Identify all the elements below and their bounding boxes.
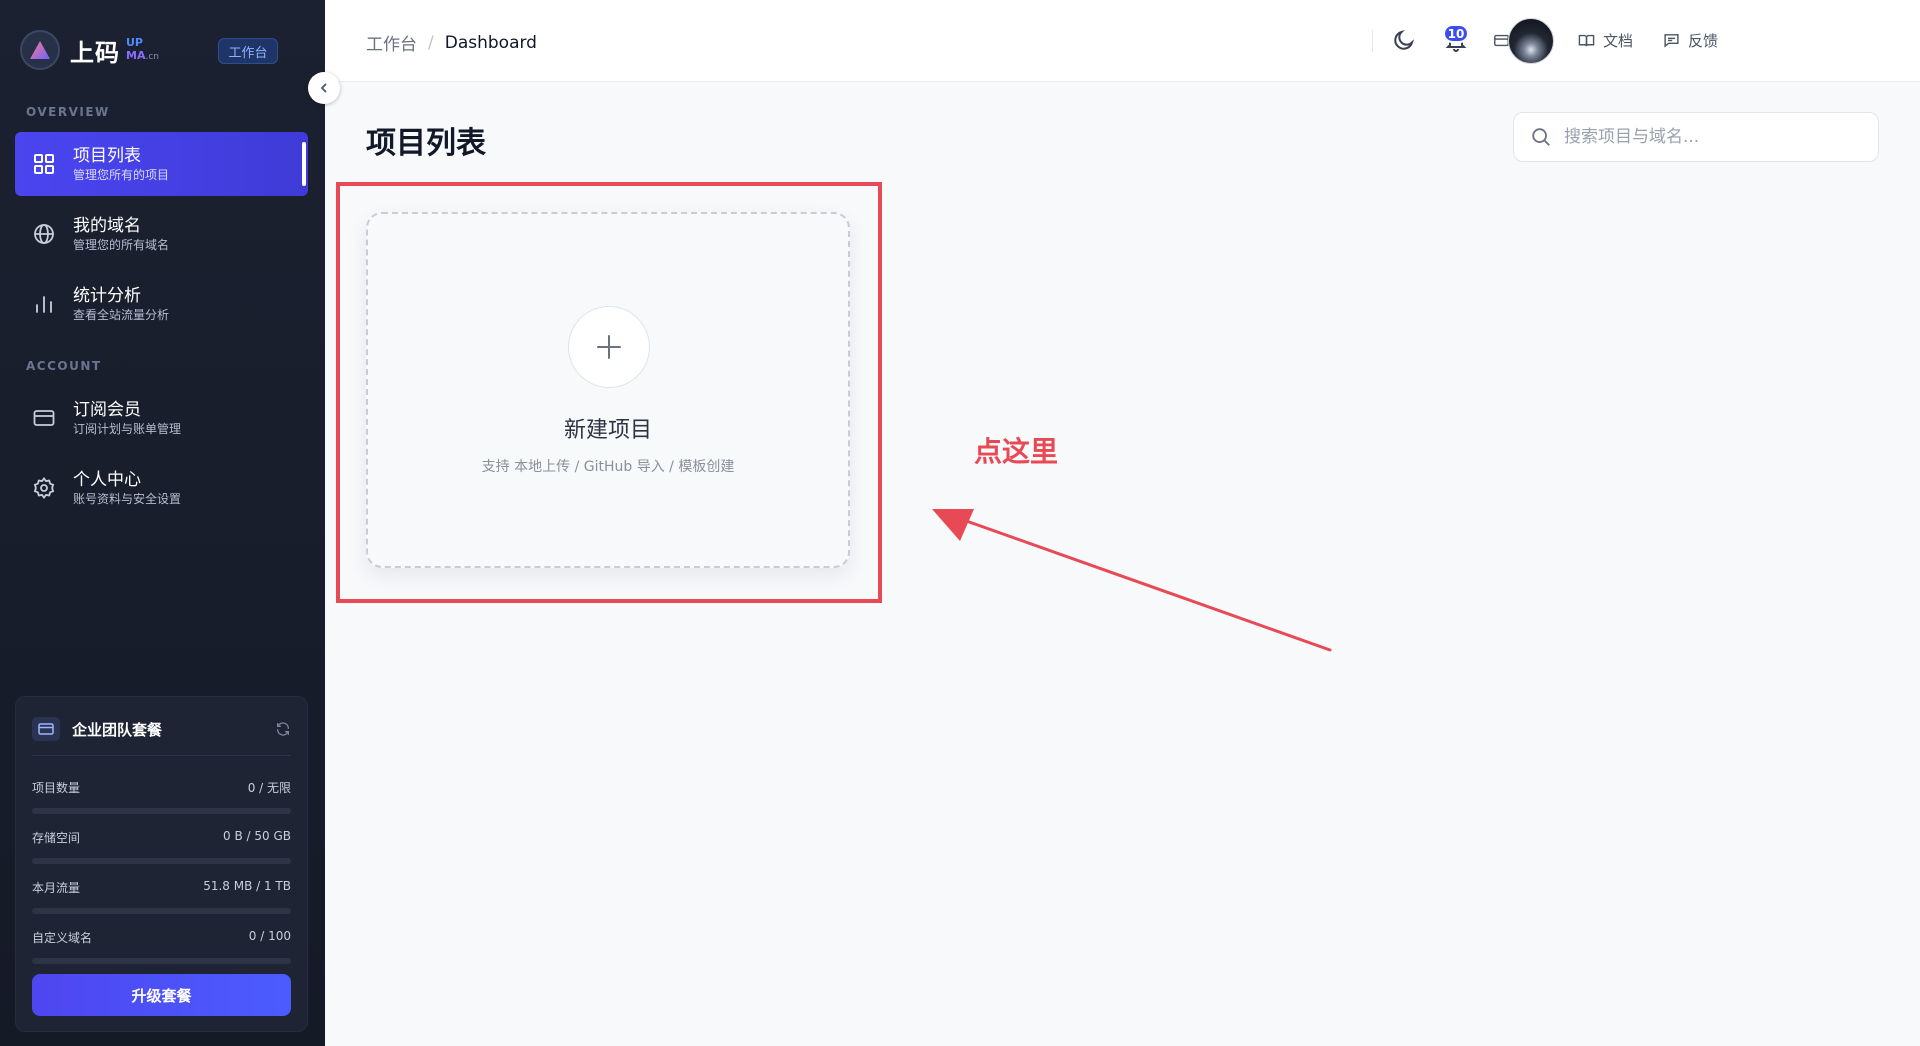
globe-icon	[29, 219, 59, 249]
metric-storage: 存储空间 0 B / 50 GB	[32, 829, 291, 869]
annotation-arrow-icon	[932, 509, 1332, 652]
new-project-card[interactable]: 新建项目 支持 本地上传 / GitHub 导入 / 模板创建	[366, 212, 850, 568]
metric-value: 0 / 100	[248, 929, 291, 943]
logo-text: 上码	[70, 38, 120, 67]
logo-cn: .cn	[145, 52, 159, 62]
docs-link[interactable]: 文档	[1578, 30, 1633, 51]
sidebar-item-sub: 订阅计划与账单管理	[73, 422, 182, 436]
sidebar-item-sub: 查看全站流量分析	[73, 308, 170, 322]
metric-progress-bar	[32, 958, 291, 964]
sidebar-item-sub: 管理您的所有域名	[73, 238, 170, 252]
new-project-subtitle: 支持 本地上传 / GitHub 导入 / 模板创建	[481, 459, 735, 475]
book-icon	[1578, 32, 1595, 49]
logo-up: UP	[126, 36, 143, 49]
sidebar-item-sub: 管理您所有的项目	[73, 168, 170, 182]
docs-link-label: 文档	[1602, 32, 1633, 50]
metric-value: 51.8 MB / 1 TB	[203, 879, 291, 893]
workspace-badge: 工作台	[218, 38, 278, 64]
sidebar: 上码 UP MA.cn 工作台 OVERVIEW 项目列表 管理您所有的项目 我…	[0, 0, 325, 1046]
chevron-left-icon	[320, 83, 327, 93]
search-box	[1513, 112, 1879, 162]
sidebar-item-title: 我的域名	[73, 216, 141, 236]
metric-label: 本月流量	[32, 881, 81, 895]
feedback-link[interactable]: 反馈	[1663, 30, 1718, 51]
annotation-text: 点这里	[974, 435, 1059, 468]
plan-card: 企业团队套餐 项目数量 0 / 无限 存储空间 0 B / 50 GB 本月流量 51…	[15, 696, 308, 1032]
message-icon	[1663, 32, 1680, 49]
logo[interactable]: 上码 UP MA.cn	[20, 30, 159, 70]
new-project-title: 新建项目	[563, 418, 652, 443]
sidebar-item-projects[interactable]: 项目列表 管理您所有的项目	[15, 132, 308, 196]
metric-custom-domains: 自定义域名 0 / 100	[32, 929, 291, 969]
plus-icon	[568, 306, 650, 388]
sidebar-item-profile[interactable]: 个人中心 账号资料与安全设置	[15, 456, 308, 520]
breadcrumb: 工作台 / Dashboard	[366, 30, 537, 56]
metric-progress-bar	[32, 808, 291, 814]
notification-badge: 10	[1443, 24, 1469, 43]
divider	[1372, 30, 1373, 52]
dark-mode-toggle[interactable]	[1392, 28, 1416, 56]
refresh-icon[interactable]	[275, 721, 291, 737]
credit-card-icon	[29, 403, 59, 433]
divider	[32, 755, 291, 756]
feedback-link-label: 反馈	[1687, 32, 1718, 50]
metric-value: 0 / 无限	[247, 781, 291, 795]
avatar[interactable]	[1508, 18, 1554, 64]
upgrade-plan-button[interactable]: 升级套餐	[32, 974, 291, 1016]
search-input[interactable]	[1564, 127, 1878, 147]
gear-icon	[29, 473, 59, 503]
grid-icon	[29, 149, 59, 179]
sidebar-item-analytics[interactable]: 统计分析 查看全站流量分析	[15, 272, 308, 336]
breadcrumb-current: Dashboard	[444, 32, 537, 53]
search-icon	[1532, 128, 1550, 146]
metric-label: 存储空间	[32, 831, 81, 845]
sidebar-item-title: 项目列表	[73, 146, 141, 166]
metric-label: 自定义域名	[32, 931, 93, 945]
sidebar-item-title: 统计分析	[73, 286, 141, 306]
collapse-sidebar-button[interactable]	[308, 72, 340, 104]
plan-title: 企业团队套餐	[72, 720, 163, 739]
page-title: 项目列表	[366, 126, 486, 161]
section-label-overview: OVERVIEW	[26, 105, 110, 119]
breadcrumb-separator: /	[428, 32, 434, 53]
logo-sub: UP MA.cn	[126, 36, 159, 64]
sidebar-item-sub: 账号资料与安全设置	[73, 492, 182, 506]
metric-progress-bar	[32, 858, 291, 864]
metric-value: 0 B / 50 GB	[223, 829, 291, 843]
moon-icon	[1394, 29, 1415, 50]
top-links: 价格 文档 反馈	[1463, 30, 1718, 51]
metric-progress-bar	[32, 908, 291, 914]
top-bar: 工作台 / Dashboard 价格 文档 反馈	[325, 0, 1920, 82]
metric-label: 项目数量	[32, 781, 81, 795]
section-label-account: ACCOUNT	[26, 359, 102, 373]
logo-triangle-icon	[20, 30, 60, 70]
sidebar-item-subscription[interactable]: 订阅会员 订阅计划与账单管理	[15, 386, 308, 450]
metric-projects: 项目数量 0 / 无限	[32, 779, 291, 819]
logo-ma: MA	[126, 49, 146, 62]
bar-chart-icon	[29, 289, 59, 319]
sidebar-item-domains[interactable]: 我的域名 管理您的所有域名	[15, 202, 308, 266]
card-icon	[32, 717, 60, 741]
metric-traffic: 本月流量 51.8 MB / 1 TB	[32, 879, 291, 919]
sidebar-item-title: 个人中心	[73, 470, 141, 490]
breadcrumb-home[interactable]: 工作台	[366, 30, 417, 55]
sidebar-item-title: 订阅会员	[73, 400, 141, 420]
